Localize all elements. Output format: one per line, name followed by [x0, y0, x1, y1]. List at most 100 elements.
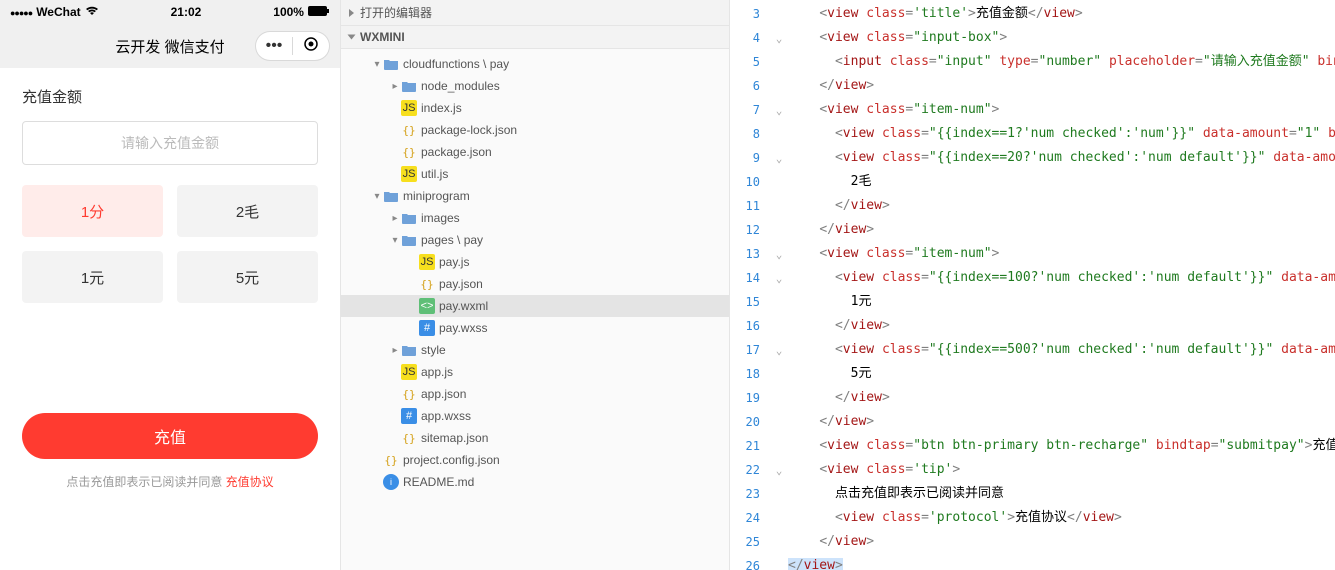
tree-label: app.json [421, 387, 466, 401]
code-line[interactable]: <view class="{{index==20?'num checked':'… [788, 146, 1335, 170]
tree-node[interactable]: ▾cloudfunctions \ pay [341, 53, 729, 75]
carrier-label: WeChat [36, 5, 80, 19]
line-number: 14 [730, 266, 760, 290]
line-number: 22 [730, 458, 760, 482]
chevron-right-icon[interactable]: ▸ [389, 345, 401, 356]
code-line[interactable]: <view class="item-num"> [788, 242, 1335, 266]
code-line[interactable]: <view class='tip'> [788, 458, 1335, 482]
project-section[interactable]: WXMINI [341, 26, 729, 49]
target-icon [303, 36, 319, 57]
fold-marker [770, 122, 788, 146]
tree-node[interactable]: #app.wxss [341, 405, 729, 427]
json-y-icon: {} [419, 276, 435, 292]
capsule-close-button[interactable] [293, 36, 329, 57]
code-line[interactable]: 1元 [788, 290, 1335, 314]
simulator-panel: WeChat 21:02 100% 云开发 微信支付 ••• [0, 0, 340, 570]
code-line[interactable]: <view class="btn btn-primary btn-recharg… [788, 434, 1335, 458]
tree-label: node_modules [421, 79, 500, 93]
tree-label: sitemap.json [421, 431, 488, 445]
tree-label: project.config.json [403, 453, 500, 467]
tree-label: pages \ pay [421, 233, 483, 247]
code-line[interactable]: <view class="{{index==500?'num checked':… [788, 338, 1335, 362]
code-line[interactable]: <view class='title'>充值金额</view> [788, 2, 1335, 26]
code-line[interactable]: 5元 [788, 362, 1335, 386]
tree-node[interactable]: JSpay.js [341, 251, 729, 273]
fold-marker [770, 50, 788, 74]
protocol-link[interactable]: 充值协议 [226, 475, 274, 489]
chevron-down-icon[interactable]: ▾ [371, 59, 383, 70]
tree-node[interactable]: iREADME.md [341, 471, 729, 493]
code-line[interactable]: </view> [788, 410, 1335, 434]
tree-node[interactable]: {}app.json [341, 383, 729, 405]
tree-node[interactable]: #pay.wxss [341, 317, 729, 339]
fold-marker [770, 386, 788, 410]
code-area[interactable]: <view class='title'>充值金额</view> <view cl… [788, 0, 1335, 570]
tree-node[interactable]: ▸ node_modules [341, 75, 729, 97]
code-line[interactable]: </view> [788, 530, 1335, 554]
wxss-icon: # [419, 320, 435, 336]
tree-node[interactable]: <>pay.wxml [341, 295, 729, 317]
code-line[interactable]: </view> [788, 386, 1335, 410]
code-line[interactable]: 2毛 [788, 170, 1335, 194]
fold-marker[interactable]: ⌄ [770, 242, 788, 266]
battery-icon [308, 5, 330, 19]
open-editors-section[interactable]: 打开的编辑器 [341, 0, 729, 26]
explorer-panel: 打开的编辑器 WXMINI ▾cloudfunctions \ pay ▸ node… [340, 0, 730, 570]
tree-node[interactable]: {}sitemap.json [341, 427, 729, 449]
amount-input[interactable]: 请输入充值金额 [22, 121, 318, 165]
recharge-button[interactable]: 充值 [22, 413, 318, 459]
chevron-right-icon[interactable]: ▸ [389, 213, 401, 224]
line-number: 20 [730, 410, 760, 434]
line-number: 13 [730, 242, 760, 266]
caret-right-icon [349, 9, 354, 17]
code-line[interactable]: <view class="input-box"> [788, 26, 1335, 50]
code-line[interactable]: 点击充值即表示已阅读并同意 [788, 482, 1335, 506]
chevron-down-icon[interactable]: ▾ [371, 191, 383, 202]
code-line[interactable]: <view class="{{index==1?'num checked':'n… [788, 122, 1335, 146]
code-editor[interactable]: 3456789101112131415161718192021222324252… [730, 0, 1335, 570]
code-line[interactable]: </view> [788, 218, 1335, 242]
code-line[interactable]: </view> [788, 194, 1335, 218]
code-line[interactable]: </view> [788, 314, 1335, 338]
fold-marker [770, 290, 788, 314]
fold-marker[interactable]: ⌄ [770, 338, 788, 362]
code-line[interactable]: </view> [788, 554, 1335, 570]
code-line[interactable]: <view class="{{index==100?'num checked':… [788, 266, 1335, 290]
open-editors-label: 打开的编辑器 [360, 4, 432, 21]
amount-option-3[interactable]: 5元 [177, 251, 318, 303]
tree-node[interactable]: ▸style [341, 339, 729, 361]
fold-marker[interactable]: ⌄ [770, 26, 788, 50]
chevron-right-icon[interactable]: ▸ [389, 81, 401, 92]
tree-node[interactable]: {}project.config.json [341, 449, 729, 471]
tree-node[interactable]: {}package-lock.json [341, 119, 729, 141]
status-time: 21:02 [171, 5, 202, 19]
code-line[interactable]: <view class="item-num"> [788, 98, 1335, 122]
fold-marker [770, 554, 788, 570]
fold-marker[interactable]: ⌄ [770, 98, 788, 122]
fold-marker[interactable]: ⌄ [770, 266, 788, 290]
tree-node[interactable]: ▸images [341, 207, 729, 229]
fold-marker[interactable]: ⌄ [770, 458, 788, 482]
tree-node[interactable]: {}package.json [341, 141, 729, 163]
line-number: 17 [730, 338, 760, 362]
code-line[interactable]: </view> [788, 74, 1335, 98]
capsule-menu-button[interactable]: ••• [256, 37, 292, 55]
fold-marker[interactable]: ⌄ [770, 146, 788, 170]
tree-node[interactable]: ▾ pages \ pay [341, 229, 729, 251]
amount-option-0[interactable]: 1分 [22, 185, 163, 237]
tree-label: package.json [421, 145, 492, 159]
wifi-icon [85, 5, 99, 19]
amount-option-1[interactable]: 2毛 [177, 185, 318, 237]
line-number: 5 [730, 50, 760, 74]
code-line[interactable]: <input class="input" type="number" place… [788, 50, 1335, 74]
caret-down-icon [348, 35, 356, 40]
code-line[interactable]: <view class='protocol'>充值协议</view> [788, 506, 1335, 530]
line-number: 8 [730, 122, 760, 146]
tree-node[interactable]: JSindex.js [341, 97, 729, 119]
tree-node[interactable]: {}pay.json [341, 273, 729, 295]
chevron-down-icon[interactable]: ▾ [389, 235, 401, 246]
tree-node[interactable]: ▾miniprogram [341, 185, 729, 207]
tree-node[interactable]: JSapp.js [341, 361, 729, 383]
amount-option-2[interactable]: 1元 [22, 251, 163, 303]
tree-node[interactable]: JSutil.js [341, 163, 729, 185]
